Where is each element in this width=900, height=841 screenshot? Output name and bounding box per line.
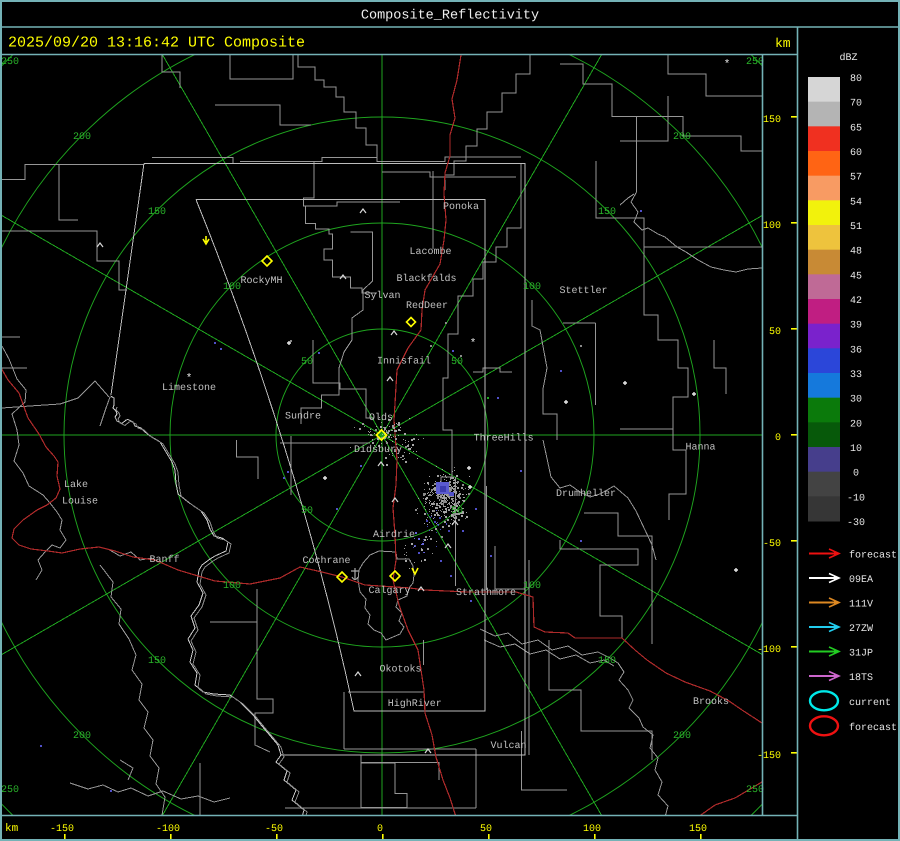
svg-text:Didsbury: Didsbury bbox=[354, 444, 402, 456]
svg-text:150: 150 bbox=[763, 115, 781, 126]
svg-text:-10: -10 bbox=[847, 493, 865, 504]
svg-text:*: * bbox=[724, 59, 731, 71]
svg-text:48: 48 bbox=[850, 247, 862, 258]
svg-text:09EA: 09EA bbox=[849, 575, 873, 586]
svg-text:50: 50 bbox=[301, 506, 313, 517]
svg-text:Olds: Olds bbox=[369, 412, 393, 424]
svg-text:Banff: Banff bbox=[149, 554, 179, 566]
svg-text:-50: -50 bbox=[763, 539, 781, 550]
svg-text:Calgary: Calgary bbox=[368, 585, 410, 597]
svg-text:51: 51 bbox=[850, 222, 862, 233]
svg-text:0: 0 bbox=[775, 433, 781, 444]
svg-text:-150: -150 bbox=[757, 751, 781, 762]
svg-text:250: 250 bbox=[746, 785, 764, 796]
svg-text:100: 100 bbox=[523, 581, 541, 592]
svg-text:100: 100 bbox=[223, 581, 241, 592]
svg-text:Drumheller: Drumheller bbox=[556, 488, 616, 500]
svg-text:Vulcan: Vulcan bbox=[490, 740, 526, 752]
svg-text:100: 100 bbox=[583, 824, 601, 835]
svg-text:150: 150 bbox=[148, 207, 166, 218]
svg-text:200: 200 bbox=[673, 731, 691, 742]
svg-text:100: 100 bbox=[763, 221, 781, 232]
svg-text:Sylvan: Sylvan bbox=[364, 290, 400, 302]
svg-text:50: 50 bbox=[451, 357, 463, 368]
svg-text:150: 150 bbox=[148, 656, 166, 667]
svg-text:30: 30 bbox=[850, 395, 862, 406]
svg-text:*: * bbox=[470, 338, 477, 350]
svg-text:150: 150 bbox=[598, 656, 616, 667]
svg-text:Airdrie: Airdrie bbox=[373, 529, 415, 541]
svg-text:10: 10 bbox=[850, 444, 862, 455]
svg-text:dBZ: dBZ bbox=[840, 52, 858, 64]
svg-text:Cochrane: Cochrane bbox=[302, 555, 350, 567]
svg-text:36: 36 bbox=[850, 345, 862, 356]
svg-text:39: 39 bbox=[850, 321, 862, 332]
svg-text:Louise: Louise bbox=[62, 496, 98, 508]
svg-text:33: 33 bbox=[850, 370, 862, 381]
svg-text:Lake: Lake bbox=[64, 479, 88, 491]
svg-text:Okotoks: Okotoks bbox=[379, 664, 421, 676]
svg-text:Sundre: Sundre bbox=[285, 411, 321, 423]
svg-text:42: 42 bbox=[850, 296, 862, 307]
svg-text:Ponoka: Ponoka bbox=[443, 201, 479, 213]
svg-text:31JP: 31JP bbox=[849, 649, 873, 660]
svg-text:54: 54 bbox=[850, 197, 862, 208]
svg-text:*: * bbox=[186, 373, 193, 385]
svg-text:111V: 111V bbox=[849, 600, 873, 611]
svg-text:100: 100 bbox=[523, 282, 541, 293]
svg-text:km: km bbox=[5, 823, 19, 835]
svg-text:50: 50 bbox=[480, 824, 492, 835]
svg-text:RockyMH: RockyMH bbox=[240, 275, 282, 287]
svg-text:150: 150 bbox=[689, 824, 707, 835]
svg-text:Lacombe: Lacombe bbox=[409, 246, 451, 258]
svg-text:250: 250 bbox=[746, 57, 764, 68]
svg-text:200: 200 bbox=[673, 132, 691, 143]
svg-text:-30: -30 bbox=[847, 518, 865, 529]
svg-text:HighRiver: HighRiver bbox=[388, 698, 442, 710]
svg-text:Brooks: Brooks bbox=[693, 696, 729, 708]
svg-text:65: 65 bbox=[850, 123, 862, 134]
svg-text:forecast: forecast bbox=[849, 722, 897, 734]
svg-text:ThreeHills: ThreeHills bbox=[474, 433, 534, 445]
svg-text:57: 57 bbox=[850, 173, 862, 184]
svg-text:60: 60 bbox=[850, 148, 862, 159]
svg-text:45: 45 bbox=[850, 271, 862, 282]
svg-text:0: 0 bbox=[853, 469, 859, 480]
svg-text:50: 50 bbox=[301, 357, 313, 368]
svg-text:forecast: forecast bbox=[849, 550, 897, 562]
svg-text:Innisfail: Innisfail bbox=[377, 356, 431, 368]
svg-text:RedDeer: RedDeer bbox=[406, 300, 448, 312]
svg-text:27ZW: 27ZW bbox=[849, 624, 873, 635]
svg-text:Stettler: Stettler bbox=[559, 285, 607, 297]
svg-text:Composite_Reflectivity: Composite_Reflectivity bbox=[361, 9, 539, 24]
svg-text:250: 250 bbox=[1, 57, 19, 68]
svg-text:20: 20 bbox=[850, 419, 862, 430]
svg-text:50: 50 bbox=[451, 506, 463, 517]
svg-text:100: 100 bbox=[223, 282, 241, 293]
svg-text:Strathmore: Strathmore bbox=[456, 587, 516, 599]
svg-text:200: 200 bbox=[73, 132, 91, 143]
svg-text:2025/09/20 13:16:42 UTC Compos: 2025/09/20 13:16:42 UTC Composite bbox=[8, 35, 305, 52]
svg-text:200: 200 bbox=[73, 731, 91, 742]
svg-text:-100: -100 bbox=[156, 824, 180, 835]
svg-text:-150: -150 bbox=[50, 824, 74, 835]
svg-text:0: 0 bbox=[377, 824, 383, 835]
svg-text:150: 150 bbox=[598, 207, 616, 218]
svg-text:18TS: 18TS bbox=[849, 673, 873, 684]
svg-text:80: 80 bbox=[850, 74, 862, 85]
svg-text:current: current bbox=[849, 698, 891, 709]
svg-text:-50: -50 bbox=[265, 824, 283, 835]
svg-text:250: 250 bbox=[1, 785, 19, 796]
svg-text:70: 70 bbox=[850, 99, 862, 110]
svg-text:Blackfalds: Blackfalds bbox=[396, 273, 456, 285]
svg-text:km: km bbox=[775, 36, 791, 51]
svg-text:Hanna: Hanna bbox=[685, 443, 715, 454]
svg-text:50: 50 bbox=[769, 327, 781, 338]
svg-text:-100: -100 bbox=[757, 645, 781, 656]
